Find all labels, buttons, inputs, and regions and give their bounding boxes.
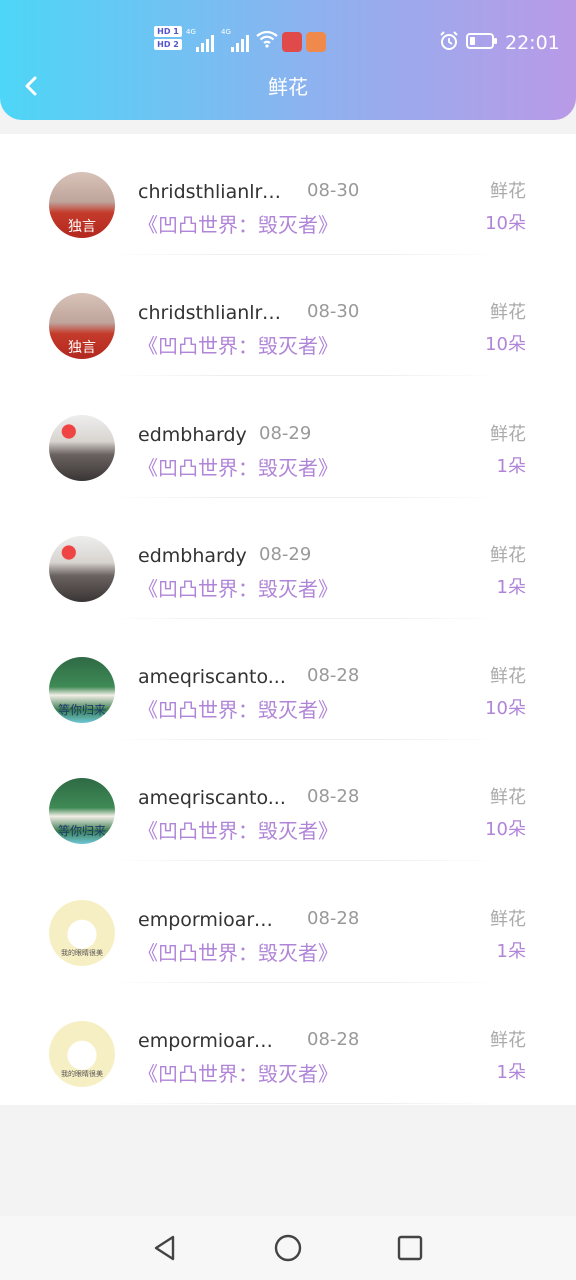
gift-type: 鲜花 [490, 909, 526, 930]
recents-square-icon[interactable] [394, 1232, 426, 1264]
gift-date: 08-28 [307, 786, 360, 807]
row-divider [110, 375, 500, 376]
gift-type: 鲜花 [490, 666, 526, 687]
gift-count: 10朵 [485, 334, 526, 355]
app-notification-icon [282, 32, 302, 52]
game-title: 《凹凸世界：毁灭者》 [138, 941, 338, 965]
game-title: 《凹凸世界：毁灭者》 [138, 456, 338, 480]
gift-count: 10朵 [485, 819, 526, 840]
row-divider [110, 860, 500, 861]
hd2-badge: HD 2 [154, 39, 182, 50]
alarm-icon [440, 31, 458, 50]
user-name: ameqriscanto... [138, 787, 286, 809]
avatar-caption: 我的眼睛很美 [61, 1070, 103, 1078]
status-time: 22:01 [505, 32, 560, 54]
page-title: 鲜花 [268, 75, 308, 99]
list-item[interactable]: 独言 chridsthlianlro... 08-30 《凹凸世界：毁灭者》 鲜花 10朵 [0, 134, 576, 255]
wifi-icon [256, 30, 278, 48]
avatar-caption: 我的眼睛很美 [61, 949, 103, 957]
gift-count: 1朵 [496, 577, 526, 598]
network-type-1: 4G [186, 28, 196, 36]
home-circle-icon[interactable] [272, 1232, 304, 1264]
avatar[interactable]: 等你归来 [49, 657, 115, 723]
gift-type: 鲜花 [490, 545, 526, 566]
gift-count: 1朵 [496, 1062, 526, 1083]
gift-date: 08-29 [259, 423, 312, 444]
avatar[interactable] [49, 536, 115, 602]
health-app-icon [306, 32, 326, 52]
list-item[interactable]: 等你归来 ameqriscanto... 08-28 《凹凸世界：毁灭者》 鲜花 10朵 [0, 740, 576, 861]
avatar[interactable]: 等你归来 [49, 778, 115, 844]
gift-count: 10朵 [485, 698, 526, 719]
avatar[interactable]: 我的眼睛很美 [49, 900, 115, 966]
gift-date: 08-29 [259, 544, 312, 565]
row-divider [110, 1103, 500, 1104]
gift-type: 鲜花 [490, 1030, 526, 1051]
gift-type: 鲜花 [490, 787, 526, 808]
avatar-caption: 等你归来 [57, 703, 106, 717]
user-name: chridsthlianlro... [138, 181, 290, 203]
avatar-caption: 等你归来 [57, 824, 106, 838]
system-nav-bar [0, 1216, 576, 1280]
gift-count: 10朵 [485, 213, 526, 234]
user-name: empormioarm... [138, 909, 290, 931]
avatar-caption: 独言 [68, 219, 96, 235]
avatar-caption: 独言 [68, 340, 96, 356]
list-item[interactable]: 等你归来 ameqriscanto... 08-28 《凹凸世界：毁灭者》 鲜花 10朵 [0, 619, 576, 740]
list-item[interactable]: edmbhardy 08-29 《凹凸世界：毁灭者》 鲜花 1朵 [0, 498, 576, 619]
game-title: 《凹凸世界：毁灭者》 [138, 819, 338, 843]
gift-count: 1朵 [496, 456, 526, 477]
app-header: HD 1 HD 2 4G 4G 22:01 鲜花 [0, 0, 576, 120]
user-name: ameqriscanto... [138, 666, 286, 688]
user-name: chridsthlianlro... [138, 302, 290, 324]
signal-icon-2: 4G [221, 28, 253, 52]
network-type-2: 4G [221, 28, 231, 36]
gift-type: 鲜花 [490, 181, 526, 202]
list-item[interactable]: edmbhardy 08-29 《凹凸世界：毁灭者》 鲜花 1朵 [0, 377, 576, 498]
gift-date: 08-30 [307, 180, 360, 201]
signal-icon: 4G [186, 28, 218, 52]
game-title: 《凹凸世界：毁灭者》 [138, 213, 338, 237]
list-item[interactable]: 我的眼睛很美 empormioarm... 08-28 《凹凸世界：毁灭者》 鲜花 1朵 [0, 862, 576, 983]
game-title: 《凹凸世界：毁灭者》 [138, 334, 338, 358]
gift-date: 08-28 [307, 908, 360, 929]
gift-date: 08-30 [307, 301, 360, 322]
gift-date: 08-28 [307, 665, 360, 686]
game-title: 《凹凸世界：毁灭者》 [138, 698, 338, 722]
back-triangle-icon[interactable] [149, 1232, 181, 1264]
gift-count: 1朵 [496, 941, 526, 962]
avatar[interactable]: 独言 [49, 293, 115, 359]
battery-icon [466, 33, 497, 49]
game-title: 《凹凸世界：毁灭者》 [138, 1062, 338, 1086]
user-name: empormioarm... [138, 1030, 290, 1052]
gift-type: 鲜花 [490, 424, 526, 445]
flower-record-list: 独言 chridsthlianlro... 08-30 《凹凸世界：毁灭者》 鲜花 10朵… [0, 134, 576, 1105]
gift-date: 08-28 [307, 1029, 360, 1050]
list-item[interactable]: 我的眼睛很美 empormioarm... 08-28 《凹凸世界：毁灭者》 鲜花 1朵 [0, 983, 576, 1104]
sim-indicators: HD 1 HD 2 [154, 26, 182, 52]
avatar[interactable] [49, 415, 115, 481]
avatar[interactable]: 独言 [49, 172, 115, 238]
status-bar: HD 1 HD 2 4G 4G 22:01 [0, 22, 576, 62]
avatar[interactable]: 我的眼睛很美 [49, 1021, 115, 1087]
gift-type: 鲜花 [490, 302, 526, 323]
hd1-badge: HD 1 [154, 26, 182, 37]
game-title: 《凹凸世界：毁灭者》 [138, 577, 338, 601]
list-item[interactable]: 独言 chridsthlianlro... 08-30 《凹凸世界：毁灭者》 鲜花 10朵 [0, 255, 576, 376]
